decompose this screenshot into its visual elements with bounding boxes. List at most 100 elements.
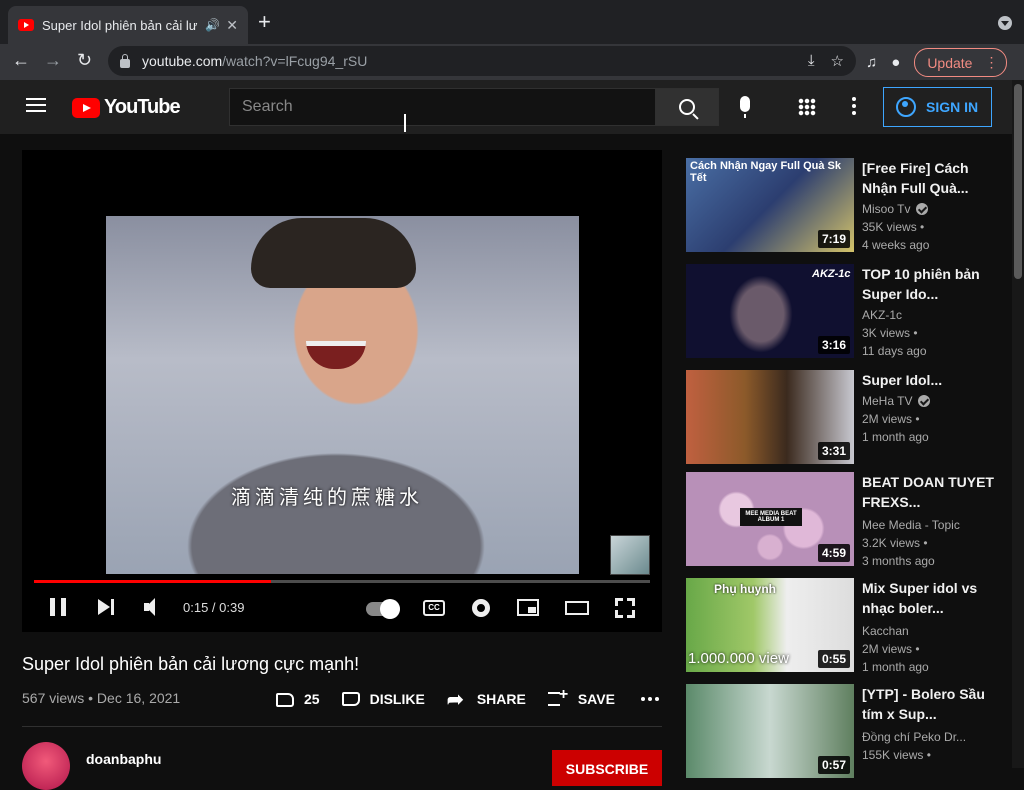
address-bar[interactable]: youtube.com/watch?v=lFcug94_rSU ⤓ ☆ xyxy=(108,46,856,76)
player-controls: 0:15 / 0:39 CC xyxy=(22,590,662,626)
next-video-icon[interactable] xyxy=(98,598,116,616)
video-title[interactable]: Super Idol... xyxy=(862,370,994,390)
video-player[interactable]: 滴滴清纯的蔗糖水 0:15 / 0:39 CC xyxy=(22,150,662,632)
fullscreen-icon[interactable] xyxy=(615,598,635,618)
channel-name[interactable]: AKZ-1c xyxy=(862,308,902,322)
video-thumbnail[interactable]: 3:31 xyxy=(686,370,854,464)
video-frame[interactable]: 滴滴清纯的蔗糖水 xyxy=(106,216,579,574)
channel-name[interactable]: doanbaphu xyxy=(86,751,161,767)
recommended-video[interactable]: Phụ huynh 1.000.000 view 0:55 Mix Super … xyxy=(686,578,1006,674)
video-thumbnail[interactable]: MEE MEDIA BEAT ALBUM 1 4:59 xyxy=(686,472,854,566)
youtube-masthead: YouTube Search SIGN IN xyxy=(0,80,1024,134)
search-button[interactable] xyxy=(655,88,719,126)
video-thumbnail[interactable]: AKZ-1c 3:16 xyxy=(686,264,854,358)
recommended-video[interactable]: 3:31 Super Idol... MeHa TV 2M views • 1 … xyxy=(686,370,1006,464)
media-control-icon[interactable]: ♫ xyxy=(866,54,877,71)
search-icon xyxy=(679,99,695,115)
new-tab-button[interactable]: + xyxy=(258,11,271,33)
view-count: 155K views • xyxy=(862,748,931,762)
profile-icon[interactable]: ● xyxy=(891,54,900,71)
video-title[interactable]: [YTP] - Bolero Sầu tím x Sup... xyxy=(862,684,994,724)
video-title[interactable]: TOP 10 phiên bản Super Ido... xyxy=(862,264,994,304)
hamburger-menu-icon[interactable] xyxy=(26,98,46,112)
recommended-video[interactable]: 0:57 [YTP] - Bolero Sầu tím x Sup... Đồn… xyxy=(686,684,1006,778)
captions-icon[interactable]: CC xyxy=(423,600,445,616)
bookmark-star-icon[interactable]: ☆ xyxy=(831,52,844,70)
install-app-icon[interactable]: ⤓ xyxy=(808,52,815,70)
upload-age: 4 weeks ago xyxy=(862,238,930,252)
youtube-play-logo-icon xyxy=(72,97,100,118)
video-title[interactable]: Mix Super idol vs nhạc boler... xyxy=(862,578,994,618)
video-actions: 25 DISLIKE SHARE SAVE xyxy=(276,686,659,712)
browser-tab[interactable]: Super Idol phiên bản cải lư 🔊 ✕ xyxy=(8,6,248,44)
recommended-video[interactable]: MEE MEDIA BEAT ALBUM 1 4:59 BEAT DOAN TU… xyxy=(686,472,1006,568)
save-label: SAVE xyxy=(577,691,615,707)
dislike-button[interactable]: DISLIKE xyxy=(341,691,425,707)
lock-icon[interactable] xyxy=(120,53,130,68)
autoplay-toggle[interactable] xyxy=(366,599,400,619)
back-arrow-icon[interactable]: ← xyxy=(12,50,30,71)
channel-name[interactable]: MeHa TV xyxy=(862,394,931,408)
channel-name[interactable]: Kacchan xyxy=(862,624,909,638)
microphone-icon[interactable] xyxy=(740,96,750,118)
like-button[interactable]: 25 xyxy=(276,691,320,707)
divider xyxy=(22,726,662,727)
browser-menu-icon[interactable]: ⋮ xyxy=(984,54,998,71)
recommended-video[interactable]: AKZ-1c 3:16 TOP 10 phiên bản Super Ido..… xyxy=(686,264,1006,358)
youtube-logo[interactable]: YouTube xyxy=(72,96,181,119)
volume-icon[interactable] xyxy=(144,598,164,616)
share-icon xyxy=(447,687,467,712)
browser-tab-bar: Super Idol phiên bản cải lư 🔊 ✕ + xyxy=(0,0,1024,44)
channel-label: Đồng chí Peko Dr... xyxy=(862,730,967,744)
youtube-favicon-icon xyxy=(18,19,34,31)
close-tab-icon[interactable]: ✕ xyxy=(226,17,238,34)
miniplayer-icon[interactable] xyxy=(517,599,539,616)
video-thumbnail[interactable]: 0:57 xyxy=(686,684,854,778)
subscribe-button[interactable]: SUBSCRIBE xyxy=(552,750,662,786)
view-count: 3K views • xyxy=(862,326,918,340)
text-cursor-icon xyxy=(404,114,412,132)
channel-name[interactable]: Đồng chí Peko Dr... xyxy=(862,730,966,744)
url-path: /watch?v=lFcug94_rSU xyxy=(222,53,368,69)
channel-label: Mee Media - Topic xyxy=(862,518,960,532)
progress-bar[interactable] xyxy=(34,580,650,583)
upload-age: 11 days ago xyxy=(862,344,927,358)
video-title[interactable]: [Free Fire] Cách Nhận Full Quà... xyxy=(862,158,994,198)
progress-fill xyxy=(34,580,272,583)
forward-arrow-icon[interactable]: → xyxy=(44,50,62,71)
page-scrollbar[interactable] xyxy=(1012,80,1024,768)
settings-gear-icon[interactable] xyxy=(472,599,490,617)
search-input[interactable]: Search xyxy=(229,88,656,126)
tab-title: Super Idol phiên bản cải lư xyxy=(42,17,198,33)
thumbs-up-icon xyxy=(276,693,294,707)
more-actions-icon[interactable] xyxy=(640,697,659,701)
reload-icon[interactable]: ↻ xyxy=(77,50,92,71)
thumbnail-caption: Cách Nhận Ngay Full Quà Sk Tết xyxy=(690,160,841,184)
recommended-video[interactable]: Cách Nhận Ngay Full Quà Sk Tết 7:19 [Fre… xyxy=(686,158,1006,252)
duration-badge: 0:55 xyxy=(817,650,850,668)
video-title[interactable]: BEAT DOAN TUYET FREXS... xyxy=(862,472,994,512)
tab-search-icon[interactable] xyxy=(998,16,1012,30)
video-thumbnail[interactable]: Cách Nhận Ngay Full Quà Sk Tết 7:19 xyxy=(686,158,854,252)
theater-mode-icon[interactable] xyxy=(565,601,589,615)
save-button[interactable]: SAVE xyxy=(547,686,615,708)
channel-watermark[interactable] xyxy=(610,535,650,575)
pause-icon[interactable] xyxy=(50,598,66,616)
apps-grid-icon[interactable] xyxy=(798,98,816,116)
logo-text: YouTube xyxy=(104,96,181,118)
upload-age: 1 month ago xyxy=(862,660,929,674)
thumbnail-caption: MEE MEDIA BEAT ALBUM 1 xyxy=(740,508,802,526)
update-label: Update xyxy=(927,54,973,71)
sign-in-button[interactable]: SIGN IN xyxy=(883,87,992,127)
playlist-add-icon xyxy=(547,686,568,708)
channel-avatar[interactable] xyxy=(22,742,70,790)
video-thumbnail[interactable]: Phụ huynh 1.000.000 view 0:55 xyxy=(686,578,854,672)
channel-name[interactable]: Misoo Tv xyxy=(862,202,929,216)
share-button[interactable]: SHARE xyxy=(447,687,526,712)
update-button[interactable]: Update ⋮ xyxy=(914,48,1008,77)
scrollbar-thumb[interactable] xyxy=(1014,84,1022,279)
upload-age: 1 month ago xyxy=(862,430,929,444)
speaker-icon[interactable]: 🔊 xyxy=(205,18,220,32)
settings-menu-icon[interactable] xyxy=(852,97,856,118)
channel-name[interactable]: Mee Media - Topic xyxy=(862,518,960,532)
